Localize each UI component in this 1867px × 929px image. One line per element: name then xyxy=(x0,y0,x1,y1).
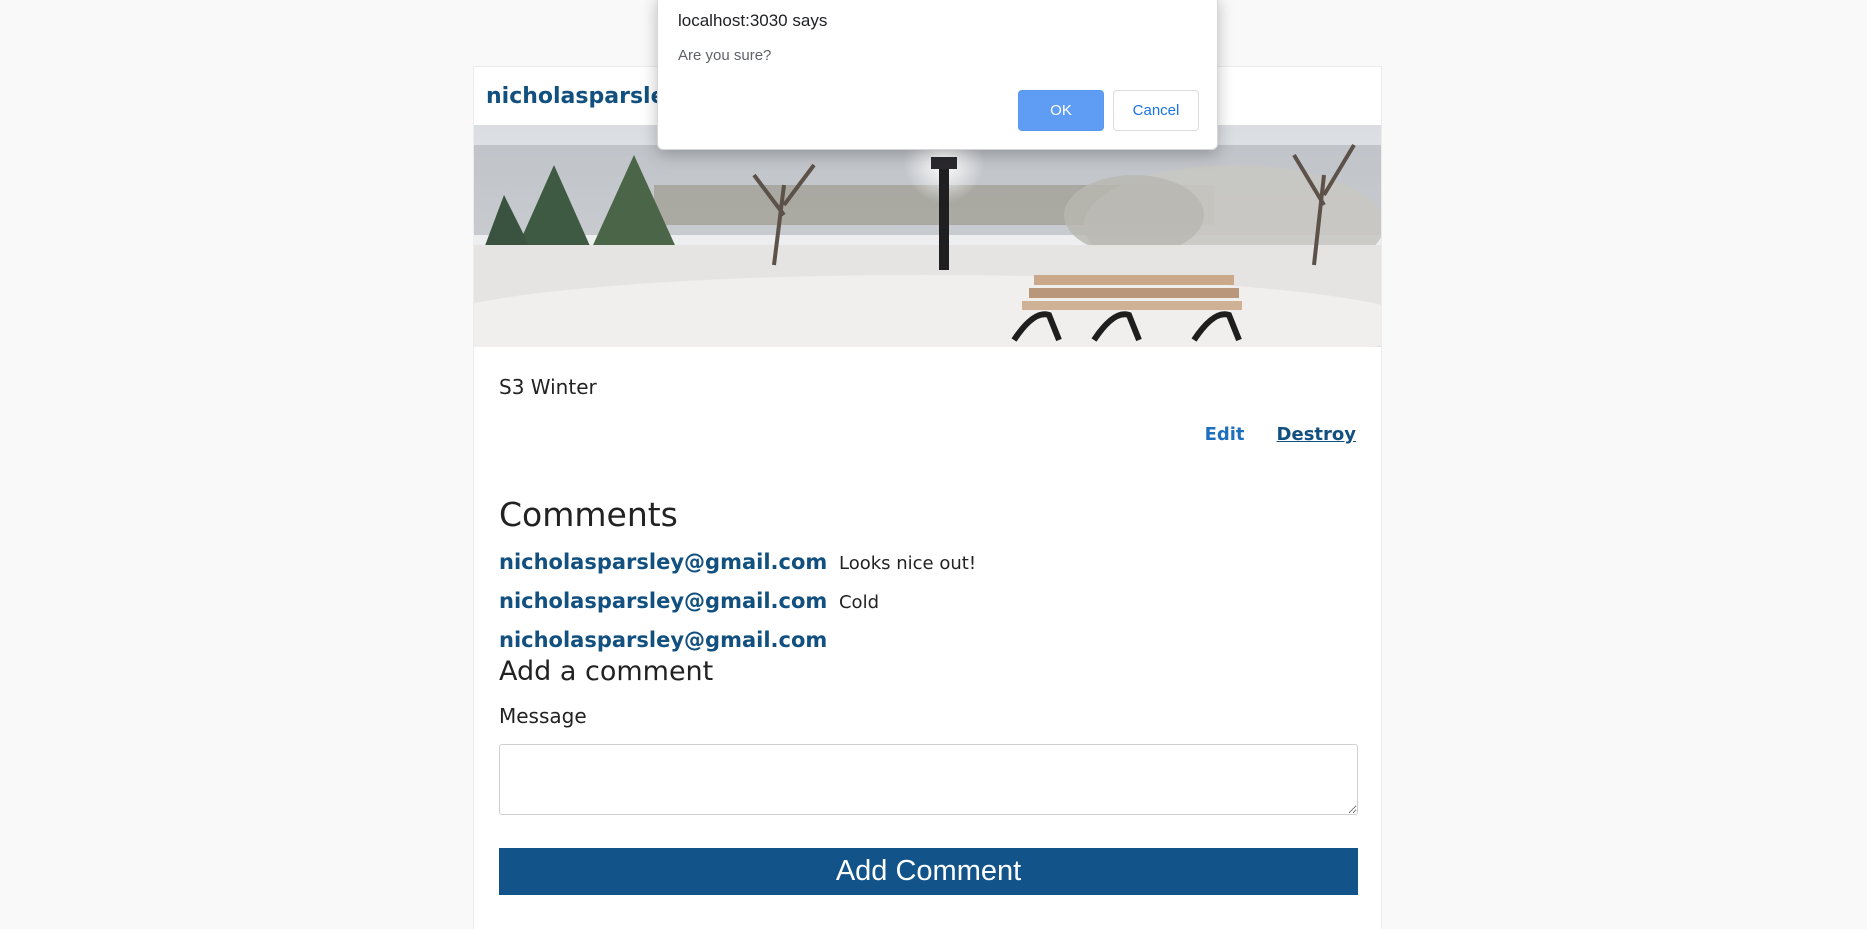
post-photo xyxy=(474,125,1381,347)
winter-park-image xyxy=(474,125,1381,347)
post-caption: S3 Winter xyxy=(499,375,597,399)
post-actions: Edit Destroy xyxy=(499,424,1356,445)
post-card: nicholasparsley@gmail.com xyxy=(473,66,1382,929)
comments-heading: Comments xyxy=(499,495,678,534)
comment-author-link[interactable]: nicholasparsley@gmail.com xyxy=(499,628,827,652)
comment-text: Looks nice out! xyxy=(838,553,977,574)
comment-item: nicholasparsley@gmail.com Cold xyxy=(499,582,1356,621)
confirm-dialog: localhost:3030 says Are you sure? OK Can… xyxy=(657,0,1218,150)
cancel-button[interactable]: Cancel xyxy=(1113,90,1199,131)
comment-author-link[interactable]: nicholasparsley@gmail.com xyxy=(499,550,827,574)
add-comment-button[interactable]: Add Comment xyxy=(499,848,1358,895)
destroy-link[interactable]: Destroy xyxy=(1277,424,1356,445)
dialog-message: Are you sure? xyxy=(678,47,772,64)
comment-author-link[interactable]: nicholasparsley@gmail.com xyxy=(499,589,827,613)
comment-item: nicholasparsley@gmail.com Looks nice out… xyxy=(499,543,1356,582)
message-textarea[interactable] xyxy=(499,744,1358,815)
ok-button[interactable]: OK xyxy=(1018,90,1104,131)
post-body: S3 Winter Edit Destroy Comments nicholas… xyxy=(499,372,1358,895)
comment-list: nicholasparsley@gmail.com Looks nice out… xyxy=(499,543,1356,660)
message-label: Message xyxy=(499,704,587,728)
dialog-title: localhost:3030 says xyxy=(678,11,828,30)
comment-text: Cold xyxy=(838,592,879,613)
page: nicholasparsley@gmail.com xyxy=(0,0,1867,929)
edit-link[interactable]: Edit xyxy=(1205,424,1245,445)
add-comment-heading: Add a comment xyxy=(499,656,714,687)
